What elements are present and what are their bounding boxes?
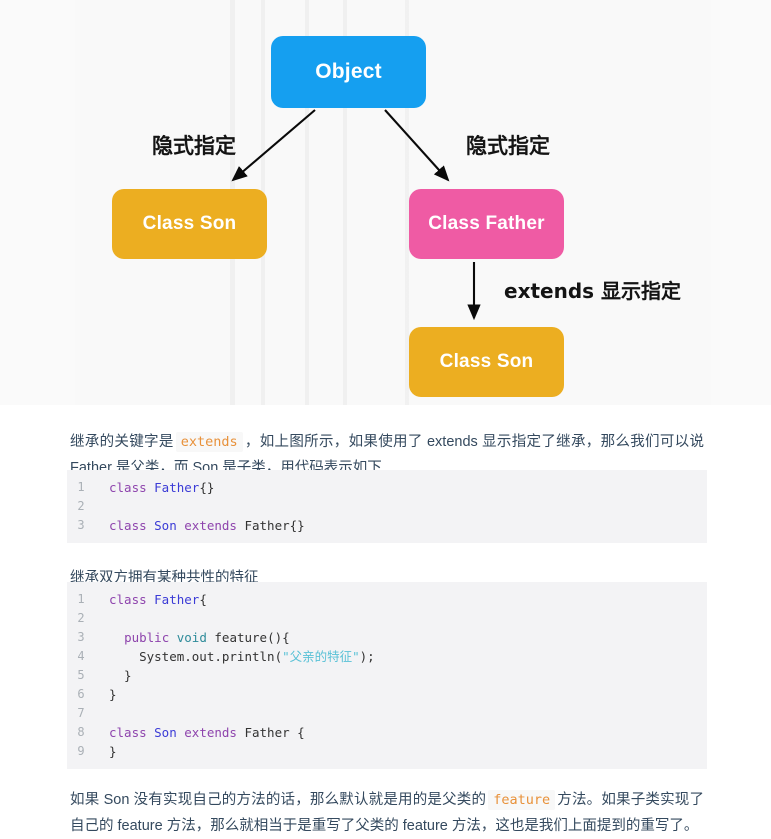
- code-token-plain: }: [109, 668, 132, 683]
- code-line-number: 9: [77, 744, 85, 758]
- diagram-node-son-right: Class Son: [409, 327, 564, 397]
- diagram-node-father: Class Father: [409, 189, 564, 259]
- code-line-text: }: [95, 685, 707, 704]
- code-block-1[interactable]: 1 class Father{} 2 3 class Son extends Fathe…: [67, 470, 707, 543]
- code-token-cls: Father: [154, 592, 200, 607]
- code-line: 4 System.out.println("父亲的特征");: [67, 647, 707, 666]
- code-token-kw: class: [109, 592, 155, 607]
- code-token-kw: class: [109, 518, 155, 533]
- code-line: 3 public void feature(){: [67, 628, 707, 647]
- code-line-number: 6: [77, 687, 85, 701]
- code-line: 7: [67, 704, 707, 723]
- code-token-plain: Father {: [244, 725, 305, 740]
- diagram-node-son-right-label: Class Son: [439, 351, 534, 372]
- code-token-plain: Father: [244, 518, 290, 533]
- code-line-text: public void feature(){: [95, 628, 707, 647]
- code-block-1-lines: 1 class Father{} 2 3 class Son extends Fathe…: [67, 478, 707, 535]
- code-line: 6}: [67, 685, 707, 704]
- diagram-node-object-label: Object: [315, 60, 382, 83]
- code-line-number: 3: [77, 518, 85, 532]
- code-token-plain: }: [109, 687, 117, 702]
- code-token-plain: }: [109, 744, 117, 759]
- code-line: 9}: [67, 742, 707, 761]
- code-line-number: 4: [77, 649, 85, 663]
- code-token-plain: {}: [199, 480, 215, 495]
- diagram-node-father-label: Class Father: [428, 213, 545, 234]
- code-token-kw: extends: [184, 518, 245, 533]
- paragraph-override-explanation: 如果 Son 没有实现自己的方法的话，那么默认就是用的是父类的 feature 方法…: [70, 787, 704, 839]
- code-token-cls: Son: [154, 518, 185, 533]
- code-token-kw: public: [124, 630, 177, 645]
- code-line: 1 class Father{}: [67, 478, 707, 497]
- code-line-number: 5: [77, 668, 85, 682]
- code-token-type: void: [176, 630, 215, 645]
- code-line: 2: [67, 497, 707, 516]
- code-token-plain: );: [359, 649, 375, 664]
- code-line-text: class Son extends Father {: [95, 723, 707, 742]
- code-line-text: class Son extends Father{}: [95, 516, 707, 535]
- code-line-text: class Father{: [95, 590, 707, 609]
- code-line: 1 class Father{: [67, 590, 707, 609]
- code-token-plain: {: [199, 592, 207, 607]
- code-token-str: "父亲的特征": [282, 649, 360, 664]
- code-line-text: class Father{}: [95, 478, 707, 497]
- code-line-number: 1: [77, 480, 85, 494]
- diagram-node-son-left: Class Son: [112, 189, 267, 259]
- code-block-2-lines: 1 class Father{2 3 public void feature(){4…: [67, 590, 707, 761]
- code-token-plain: System.out.println(: [109, 649, 283, 664]
- diagram-node-object: Object: [271, 36, 426, 108]
- code-line: 2: [67, 609, 707, 628]
- code-line-text: }: [95, 666, 707, 685]
- edge-label-implicit-left: 隐式指定: [152, 134, 236, 158]
- code-line-number: 7: [77, 706, 85, 720]
- paragraph-3-part-a: 如果 Son 没有实现自己的方法的话，那么默认就是用的是父类的: [70, 791, 487, 808]
- article-page: Object Class Son Class Father Class Son …: [0, 0, 771, 838]
- paragraph-1-part-a: 继承的关键字是: [70, 433, 174, 450]
- code-line-number: 2: [77, 499, 85, 513]
- code-token-cls: Father: [154, 480, 200, 495]
- inline-code-feature: feature: [488, 789, 556, 810]
- inline-code-extends: extends: [175, 431, 243, 452]
- code-line: 8 class Son extends Father {: [67, 723, 707, 742]
- diagram-node-son-left-label: Class Son: [142, 213, 237, 234]
- code-block-2[interactable]: 1 class Father{2 3 public void feature(){4…: [67, 582, 707, 769]
- code-line: 5 }: [67, 666, 707, 685]
- code-token-kw: extends: [184, 725, 245, 740]
- inheritance-diagram-figure: Object Class Son Class Father Class Son …: [0, 0, 771, 405]
- code-token-plain: {}: [289, 518, 305, 533]
- code-line-text: }: [95, 742, 707, 761]
- code-token-cls: Son: [154, 725, 185, 740]
- code-token-kw: class: [109, 725, 155, 740]
- code-line-number: 3: [77, 630, 85, 644]
- edge-label-extends-explicit: extends 显示指定: [504, 279, 682, 303]
- code-line-number: 8: [77, 725, 85, 739]
- code-line: 3 class Son extends Father{}: [67, 516, 707, 535]
- code-line-number: 2: [77, 611, 85, 625]
- code-token-plain: (){: [267, 630, 290, 645]
- code-line-number: 1: [77, 592, 85, 606]
- code-token-plain: feature: [214, 630, 268, 645]
- code-line-text: System.out.println("父亲的特征");: [95, 647, 707, 666]
- code-token-kw: class: [109, 480, 155, 495]
- edge-label-implicit-right: 隐式指定: [466, 134, 550, 158]
